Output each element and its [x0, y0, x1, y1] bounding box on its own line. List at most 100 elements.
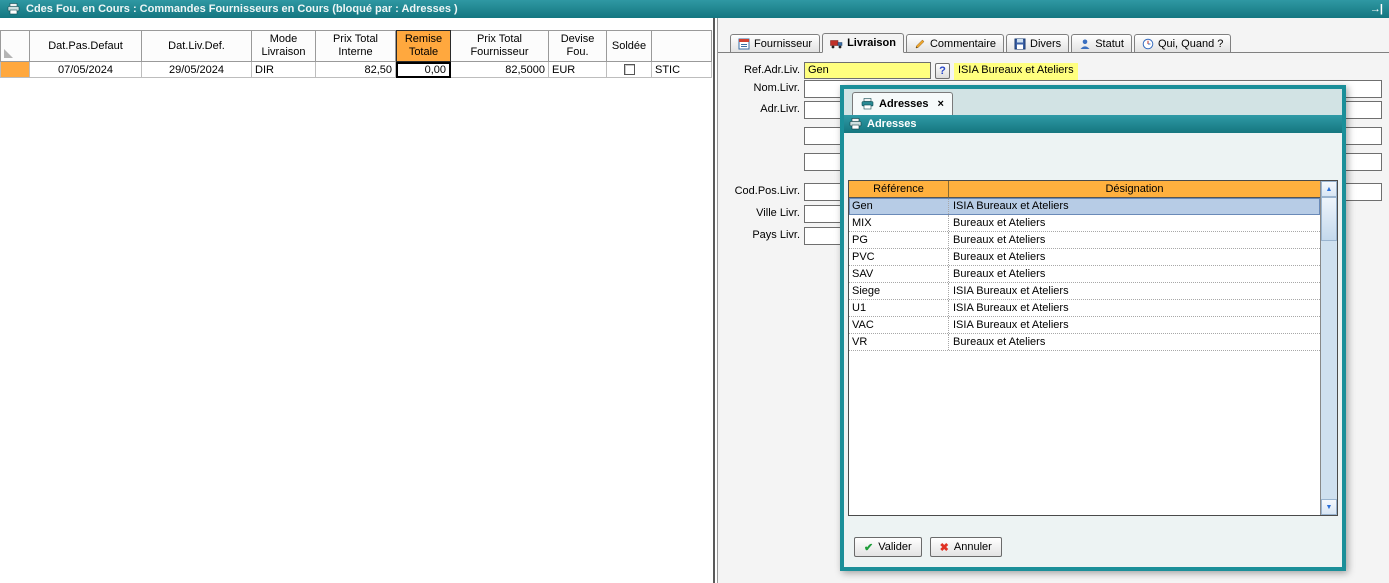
popup-tab-adresses[interactable]: Adresses ×: [852, 92, 953, 115]
addresses-table-header: Référence Désignation: [849, 181, 1320, 198]
scroll-down-icon[interactable]: ▼: [1321, 499, 1337, 515]
cell-reference[interactable]: MIX: [849, 215, 949, 231]
addresses-scrollbar[interactable]: ▲ ▼: [1320, 181, 1337, 515]
cell-designation[interactable]: ISIA Bureaux et Ateliers: [949, 198, 1320, 214]
popup-header-bar: Adresses: [844, 115, 1342, 133]
address-row[interactable]: SAV Bureaux et Ateliers: [849, 266, 1320, 283]
cell-designation[interactable]: Bureaux et Ateliers: [949, 249, 1320, 265]
label-ville-livr: Ville Livr.: [720, 207, 800, 219]
tab-fournisseur[interactable]: Fournisseur: [730, 34, 820, 52]
address-row[interactable]: U1 ISIA Bureaux et Ateliers: [849, 300, 1320, 317]
tab-fournisseur-label: Fournisseur: [754, 38, 812, 50]
cell-reference[interactable]: PVC: [849, 249, 949, 265]
tab-qui-quand[interactable]: Qui, Quand ?: [1134, 34, 1231, 52]
delivery-truck-icon: [830, 38, 843, 49]
cell-reference[interactable]: SAV: [849, 266, 949, 282]
popup-tab-close-icon[interactable]: ×: [938, 98, 944, 110]
cell-reference[interactable]: U1: [849, 300, 949, 316]
pencil-icon: [914, 38, 926, 50]
cell-code[interactable]: STIC: [652, 62, 712, 78]
cell-prix-total-interne[interactable]: 82,50: [316, 62, 396, 78]
corner-triangle-icon: [4, 49, 13, 58]
cell-designation[interactable]: Bureaux et Ateliers: [949, 266, 1320, 282]
col-header-designation[interactable]: Désignation: [949, 181, 1320, 198]
col-header-reference[interactable]: Référence: [849, 181, 949, 198]
cell-devise-fou[interactable]: EUR: [549, 62, 607, 78]
cell-designation[interactable]: Bureaux et Ateliers: [949, 334, 1320, 350]
floppy-disk-icon: [1014, 38, 1026, 50]
supplier-card-icon: [738, 38, 750, 50]
scroll-up-icon[interactable]: ▲: [1321, 181, 1337, 197]
ref-adr-liv-input[interactable]: Gen: [804, 62, 931, 79]
annuler-button[interactable]: ✖ Annuler: [930, 537, 1002, 557]
popup-header-title: Adresses: [867, 118, 917, 130]
scrollbar-thumb[interactable]: [1321, 197, 1337, 241]
col-header-prix-total-fournisseur[interactable]: Prix Total Fournisseur: [451, 30, 549, 62]
col-header-remise-totale[interactable]: Remise Totale: [396, 30, 451, 62]
window-titlebar: Cdes Fou. en Cours : Commandes Fournisse…: [0, 0, 1389, 18]
cell-reference[interactable]: PG: [849, 232, 949, 248]
order-row[interactable]: 07/05/2024 29/05/2024 DIR 82,50 0,00 82,…: [0, 62, 712, 78]
cell-dat-liv-def[interactable]: 29/05/2024: [142, 62, 252, 78]
address-row[interactable]: MIX Bureaux et Ateliers: [849, 215, 1320, 232]
cell-designation[interactable]: Bureaux et Ateliers: [949, 215, 1320, 231]
col-header-dat-liv-def[interactable]: Dat.Liv.Def.: [142, 30, 252, 62]
cell-reference[interactable]: VAC: [849, 317, 949, 333]
cross-icon: ✖: [940, 541, 949, 554]
col-header-mode-livraison[interactable]: Mode Livraison: [252, 30, 316, 62]
orders-grid-header: Dat.Pas.Defaut Dat.Liv.Def. Mode Livrais…: [0, 30, 712, 62]
address-row-selected[interactable]: Gen ISIA Bureaux et Ateliers: [849, 198, 1320, 215]
valider-label: Valider: [878, 541, 911, 553]
orders-grid: Dat.Pas.Defaut Dat.Liv.Def. Mode Livrais…: [0, 30, 712, 78]
cell-designation[interactable]: ISIA Bureaux et Ateliers: [949, 283, 1320, 299]
address-row[interactable]: PVC Bureaux et Ateliers: [849, 249, 1320, 266]
cell-dat-pas-defaut[interactable]: 07/05/2024: [30, 62, 142, 78]
col-header-soldee[interactable]: Soldée: [607, 30, 652, 62]
label-pays-livr: Pays Livr.: [720, 229, 800, 241]
address-row[interactable]: Siege ISIA Bureaux et Ateliers: [849, 283, 1320, 300]
cell-designation[interactable]: ISIA Bureaux et Ateliers: [949, 317, 1320, 333]
address-row[interactable]: VR Bureaux et Ateliers: [849, 334, 1320, 351]
cell-reference[interactable]: VR: [849, 334, 949, 350]
printer-icon: [849, 118, 862, 130]
valider-button[interactable]: ✔ Valider: [854, 537, 922, 557]
select-all-corner[interactable]: [0, 30, 30, 62]
label-adr-livr: Adr.Livr.: [720, 103, 800, 115]
popup-tab-label: Adresses: [879, 98, 929, 110]
ref-adr-liv-help-button[interactable]: ?: [935, 63, 950, 79]
cell-reference[interactable]: Siege: [849, 283, 949, 299]
adresses-popup: Adresses × Adresses Référence Désignatio…: [840, 85, 1346, 571]
printer-icon: [861, 98, 874, 110]
cell-designation[interactable]: ISIA Bureaux et Ateliers: [949, 300, 1320, 316]
col-header-devise-fou[interactable]: Devise Fou.: [549, 30, 607, 62]
detail-tabstrip: Fournisseur Livraison Commentaire Divers…: [718, 32, 1389, 53]
addresses-table-body: Référence Désignation Gen ISIA Bureaux e…: [849, 181, 1320, 515]
printer-icon: [7, 3, 20, 15]
tab-commentaire[interactable]: Commentaire: [906, 34, 1004, 52]
cell-remise-totale-focused[interactable]: 0,00: [396, 62, 451, 78]
col-header-prix-total-interne[interactable]: Prix Total Interne: [316, 30, 396, 62]
tab-divers[interactable]: Divers: [1006, 34, 1069, 52]
col-header-blank: [652, 30, 712, 62]
cell-soldee[interactable]: [607, 62, 652, 78]
check-icon: ✔: [864, 541, 873, 554]
window-title: Cdes Fou. en Cours : Commandes Fournisse…: [26, 3, 458, 15]
tab-qui-quand-label: Qui, Quand ?: [1158, 38, 1223, 50]
row-selector-cell[interactable]: [0, 62, 30, 78]
address-row[interactable]: VAC ISIA Bureaux et Ateliers: [849, 317, 1320, 334]
cell-mode-livraison[interactable]: DIR: [252, 62, 316, 78]
label-ref-adr-liv: Ref.Adr.Liv.: [720, 64, 800, 76]
tab-statut[interactable]: Statut: [1071, 34, 1132, 52]
soldee-checkbox[interactable]: [624, 64, 635, 75]
app-window: Cdes Fou. en Cours : Commandes Fournisse…: [0, 0, 1389, 583]
scrollbar-track[interactable]: [1321, 241, 1337, 499]
address-row[interactable]: PG Bureaux et Ateliers: [849, 232, 1320, 249]
tab-livraison[interactable]: Livraison: [822, 33, 904, 53]
cell-designation[interactable]: Bureaux et Ateliers: [949, 232, 1320, 248]
cell-prix-total-fournisseur[interactable]: 82,5000: [451, 62, 549, 78]
cell-reference[interactable]: Gen: [849, 198, 949, 214]
col-header-dat-pas-defaut[interactable]: Dat.Pas.Defaut: [30, 30, 142, 62]
collapse-panel-arrow[interactable]: →|: [1370, 3, 1382, 15]
clock-icon: [1142, 38, 1154, 50]
person-icon: [1079, 38, 1091, 50]
